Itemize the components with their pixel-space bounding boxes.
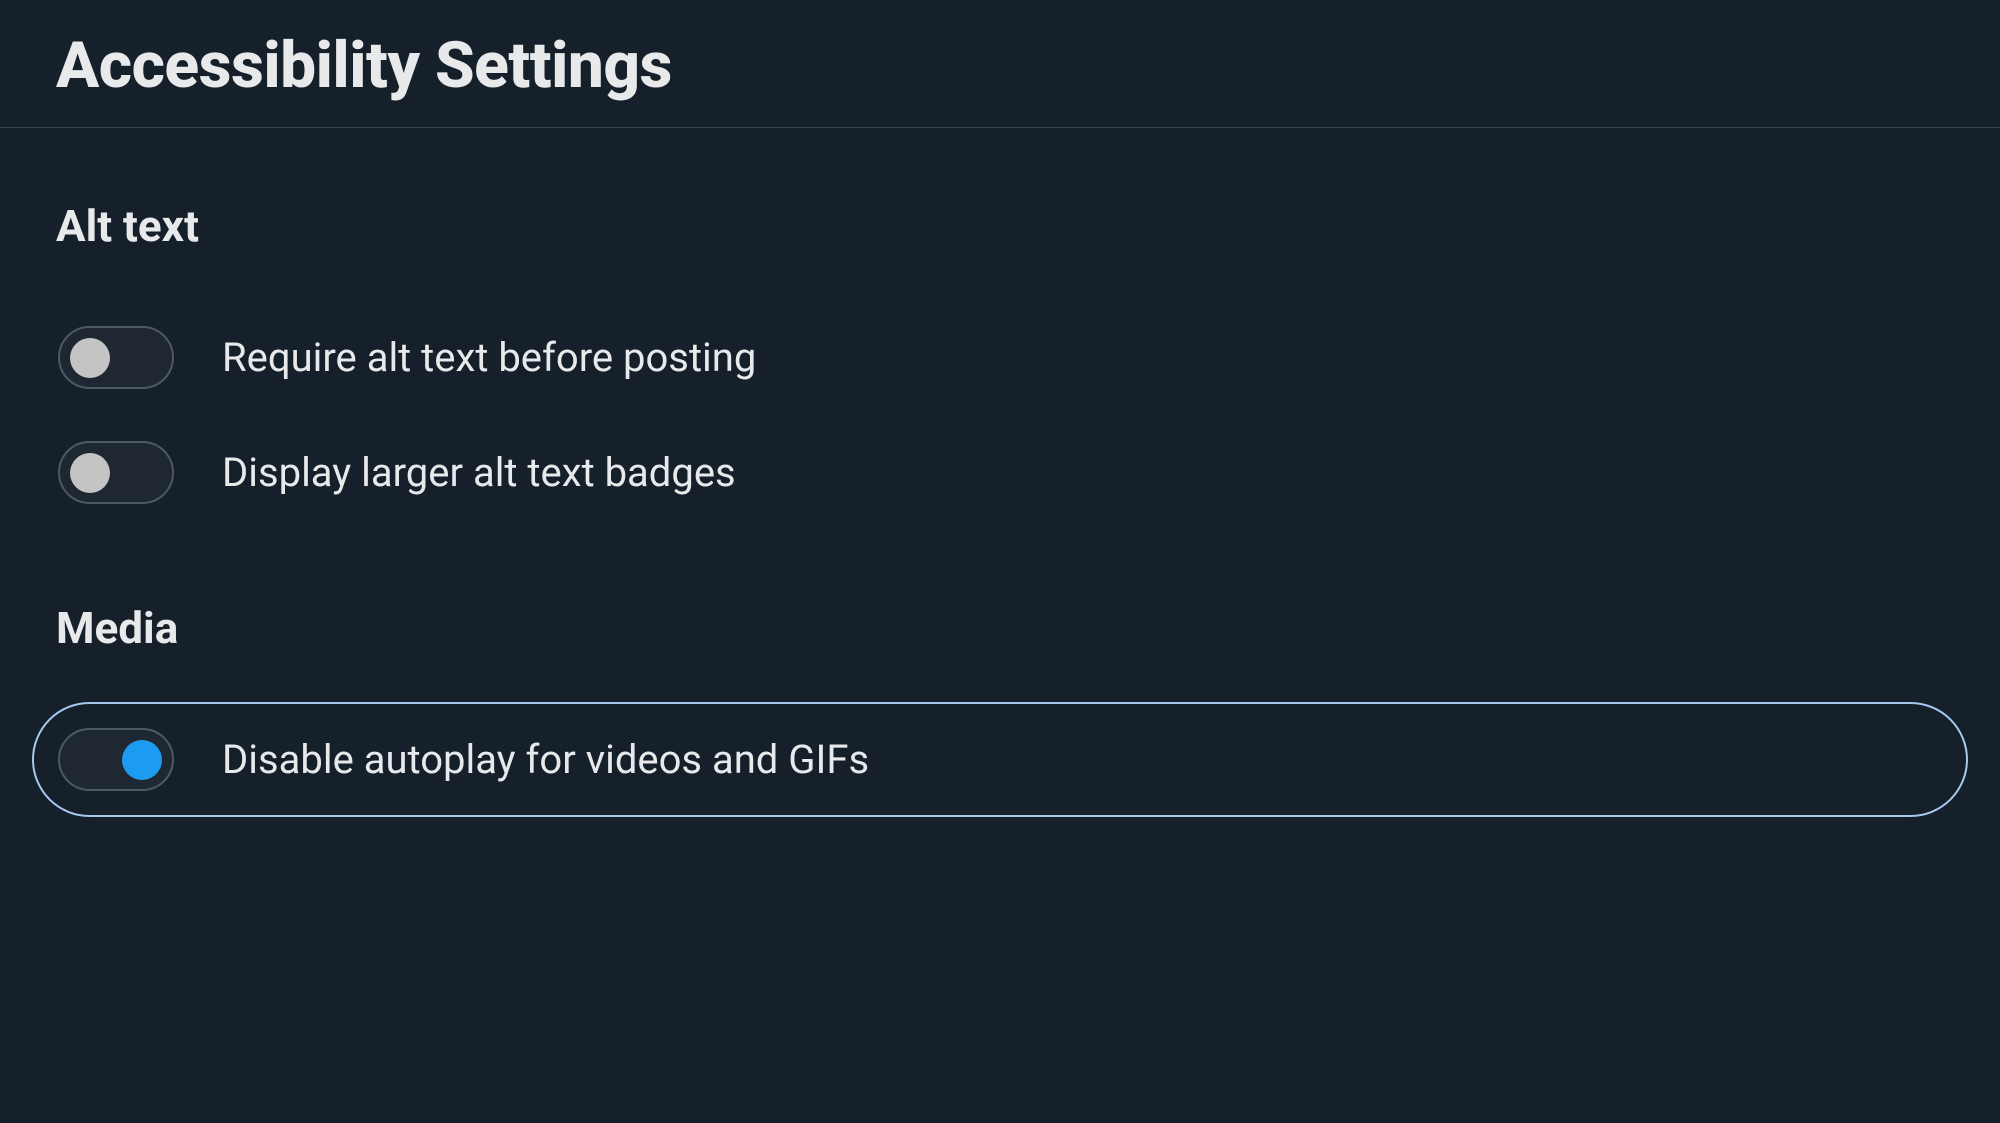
setting-larger-alt-badges[interactable]: Display larger alt text badges	[56, 415, 1944, 530]
page-title: Accessibility Settings	[0, 0, 2000, 127]
setting-label: Disable autoplay for videos and GIFs	[174, 736, 869, 783]
section-heading-alt-text: Alt text	[56, 128, 1944, 300]
toggle-disable-autoplay[interactable]	[58, 728, 174, 791]
toggle-knob-icon	[70, 338, 110, 378]
toggle-knob-icon	[122, 740, 162, 780]
section-alt-text: Alt text Require alt text before posting…	[0, 128, 2000, 530]
toggle-require-alt-text[interactable]	[58, 326, 174, 389]
toggle-knob-icon	[70, 453, 110, 493]
section-media: Media Disable autoplay for videos and GI…	[0, 530, 2000, 817]
setting-label: Require alt text before posting	[174, 334, 756, 381]
setting-disable-autoplay[interactable]: Disable autoplay for videos and GIFs	[32, 702, 1968, 817]
section-heading-media: Media	[56, 530, 1944, 702]
toggle-larger-alt-badges[interactable]	[58, 441, 174, 504]
setting-label: Display larger alt text badges	[174, 449, 736, 496]
setting-require-alt-text[interactable]: Require alt text before posting	[56, 300, 1944, 415]
